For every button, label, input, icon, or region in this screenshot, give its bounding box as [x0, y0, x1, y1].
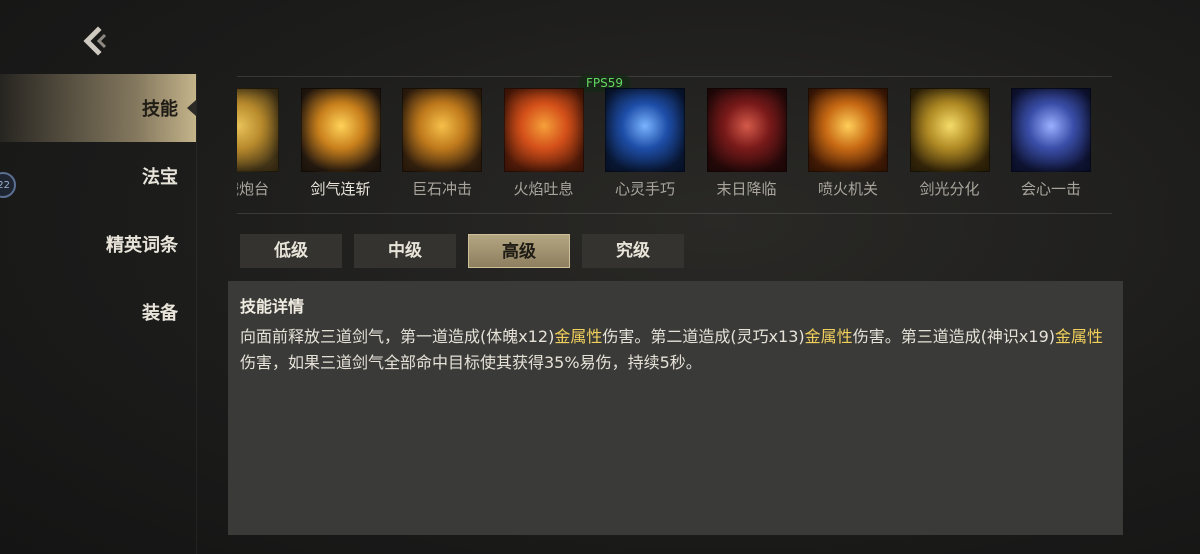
nav-item-label: 精英词条: [106, 235, 178, 256]
description-text: 伤害。第三道造成(神识x19): [852, 327, 1056, 346]
skill-item[interactable]: 喷火机关: [806, 88, 890, 199]
skill-name: 机械炮台: [237, 180, 269, 198]
skill-name: 巨石冲击: [411, 180, 472, 198]
back-arrow-icon: [83, 26, 107, 56]
tier-tab[interactable]: 中级: [354, 234, 456, 268]
element-keyword: 金属性: [804, 327, 853, 346]
left-nav: 技能 法宝 精英词条 装备: [0, 74, 196, 346]
divider-mid: [237, 213, 1112, 214]
skill-name: 心灵手巧: [614, 180, 675, 198]
detail-title: 技能详情: [240, 297, 305, 316]
sword-light-icon: [909, 88, 990, 172]
skill-name: 火焰吐息: [513, 180, 574, 198]
doomsday-icon: [706, 88, 787, 172]
skill-item[interactable]: 会心一击: [1009, 88, 1093, 199]
skill-name: 剑光分化: [919, 180, 980, 198]
tier-tab[interactable]: 高级: [468, 234, 570, 268]
skill-name: 末日降临: [716, 180, 777, 198]
skill-name: 喷火机关: [817, 180, 878, 198]
skill-list: 机械炮台 剑气连斩 巨石冲击 火焰吐息 心灵手巧 末日降临 喷火机关 剑光分化 会心一击: [237, 88, 1112, 200]
nav-item-label: 技能: [142, 99, 178, 120]
nav-item-skills[interactable]: 技能: [0, 74, 196, 142]
nav-item-elite-affix[interactable]: 精英词条: [0, 210, 196, 278]
back-button[interactable]: [78, 24, 112, 58]
dexterity-icon: [605, 88, 685, 172]
element-keyword: 金属性: [554, 327, 603, 346]
detail-description: 向面前释放三道剑气，第一道造成(体魄x12)金属性伤害。第二道造成(灵巧x13)…: [240, 324, 1111, 376]
skill-name: 剑气连斩: [310, 180, 371, 198]
description-text: 向面前释放三道剑气，第一道造成(体魄x12): [240, 327, 555, 346]
skill-item[interactable]: 火焰吐息: [502, 88, 586, 199]
sword-energy-icon: [300, 88, 381, 172]
skill-item[interactable]: 机械炮台: [237, 88, 281, 199]
active-marker-icon: [187, 100, 196, 116]
element-keyword: 金属性: [1055, 327, 1104, 346]
skill-item[interactable]: 剑光分化: [908, 88, 992, 199]
nav-item-treasure[interactable]: 法宝: [0, 142, 196, 210]
flamethrower-icon: [808, 88, 888, 172]
description-text: 伤害。第二道造成(灵巧x13): [602, 327, 805, 346]
skill-detail-panel: 技能详情 向面前释放三道剑气，第一道造成(体魄x12)金属性伤害。第二道造成(灵…: [228, 281, 1123, 535]
skill-item[interactable]: 心灵手巧: [603, 88, 687, 199]
nav-divider: [196, 74, 197, 554]
critical-strike-icon: [1011, 88, 1091, 172]
boulder-icon: [402, 88, 482, 172]
skill-item[interactable]: 末日降临: [705, 88, 789, 199]
skill-item[interactable]: 剑气连斩: [299, 88, 383, 199]
nav-item-label: 法宝: [142, 167, 178, 188]
tier-tab[interactable]: 低级: [240, 234, 342, 268]
nav-item-label: 装备: [142, 303, 178, 324]
skill-name: 会心一击: [1020, 180, 1081, 198]
description-text: 伤害，如果三道剑气全部命中目标使其获得35%易伤，持续5秒。: [240, 353, 702, 372]
flame-breath-icon: [503, 88, 584, 172]
skill-item[interactable]: 巨石冲击: [400, 88, 484, 199]
divider-top: [237, 76, 1112, 77]
nav-item-equipment[interactable]: 装备: [0, 278, 196, 346]
turret-icon: [237, 88, 279, 172]
tier-tab[interactable]: 究级: [582, 234, 684, 268]
